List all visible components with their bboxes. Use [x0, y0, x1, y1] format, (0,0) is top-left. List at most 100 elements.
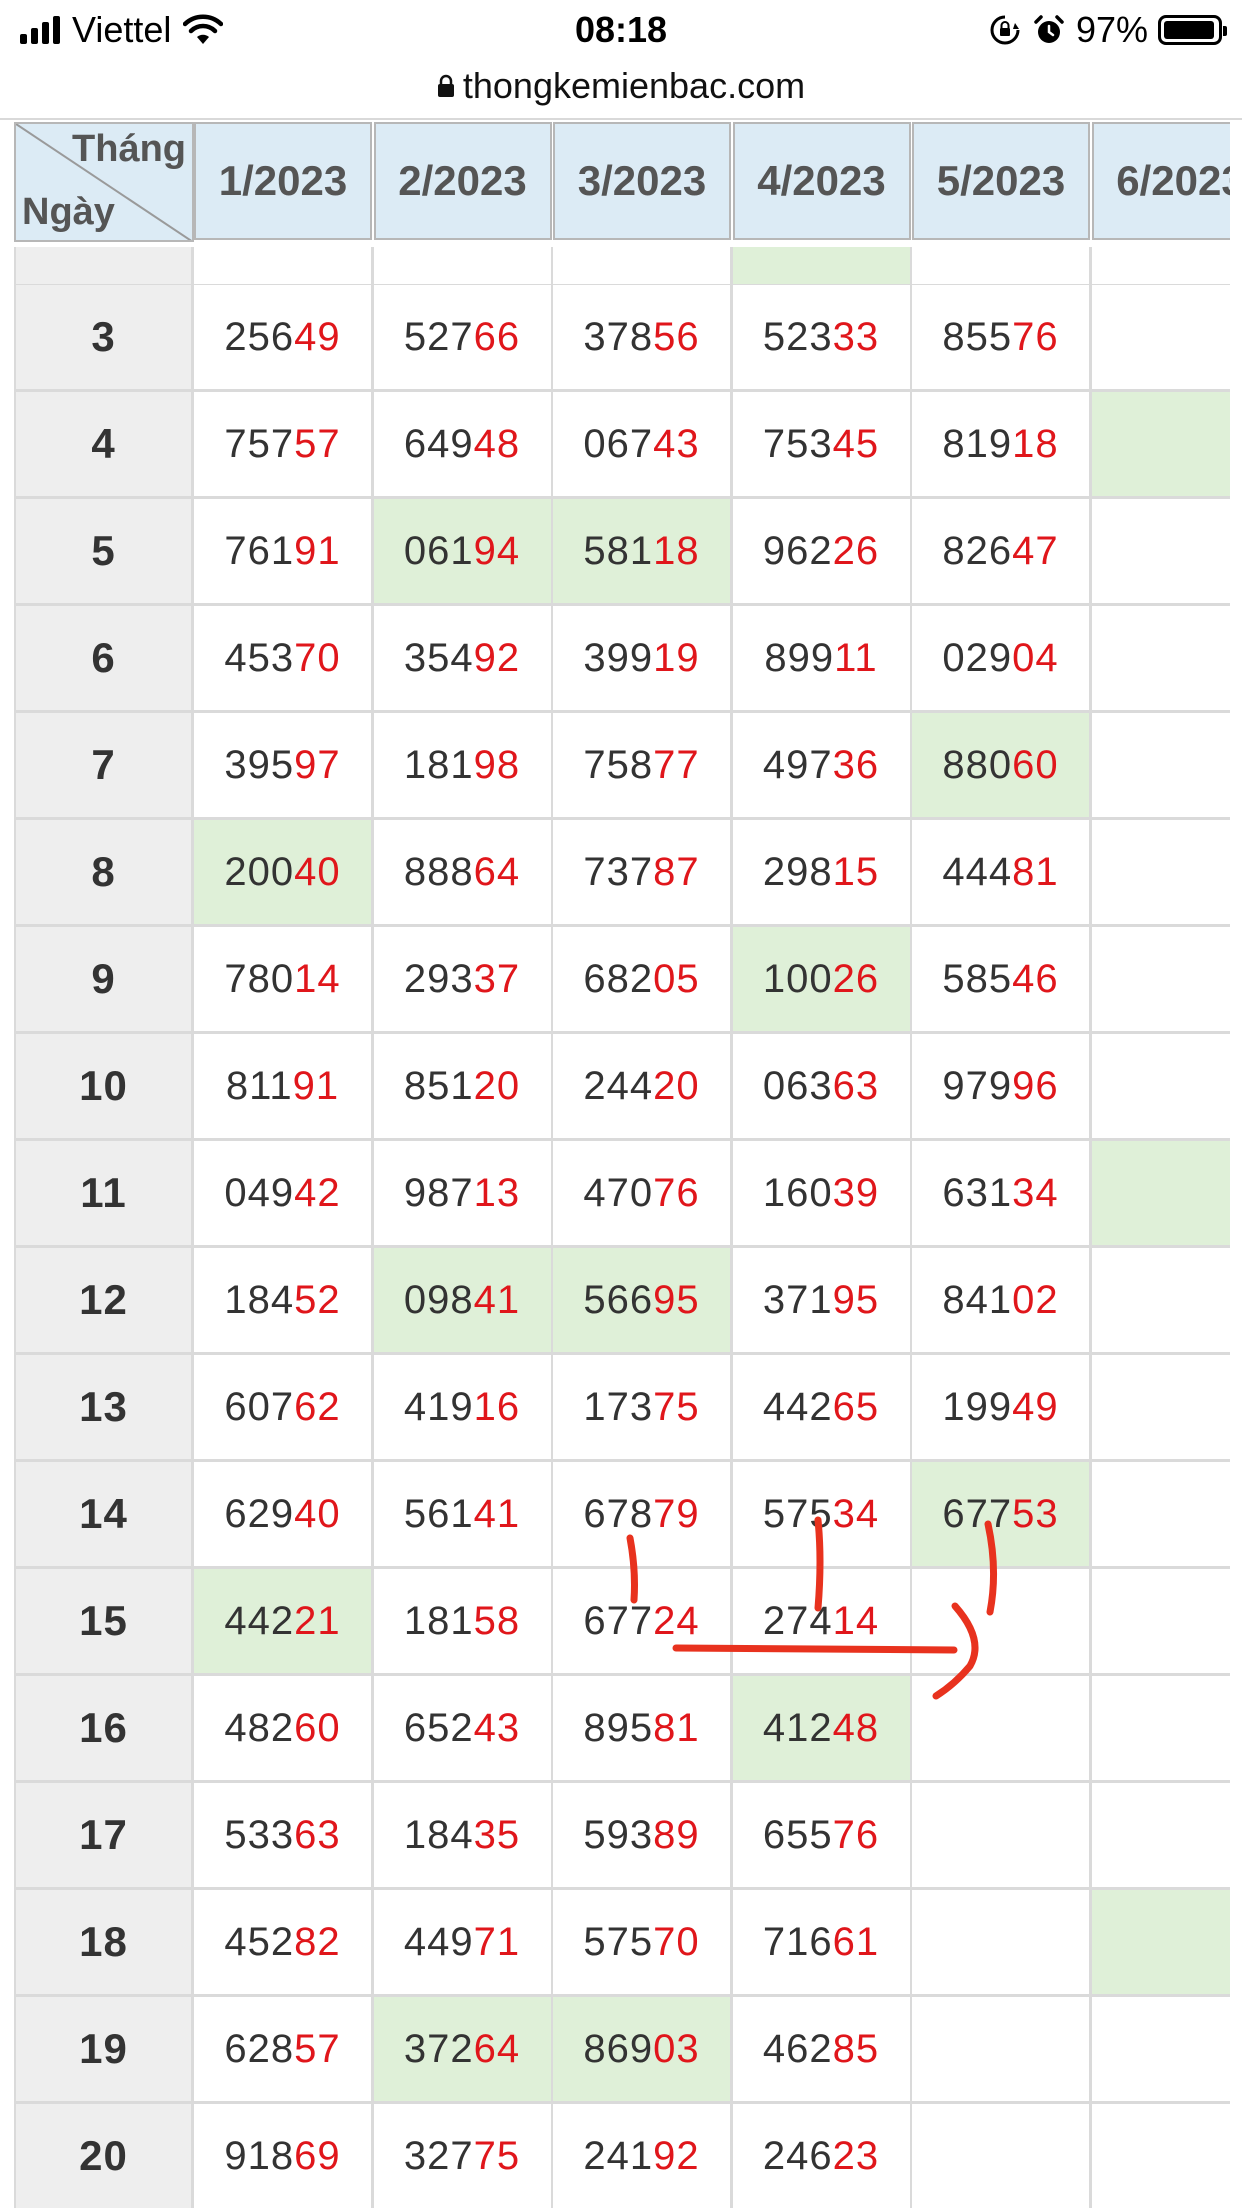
- result-last-two: 52: [294, 1277, 341, 1322]
- result-prefix: 200: [224, 849, 295, 894]
- result-cell: 442 65: [732, 1355, 913, 1462]
- result-cell: 442 21: [194, 1569, 374, 1676]
- result-last-two: 19: [653, 635, 700, 680]
- result-cell: [1091, 713, 1230, 820]
- result-prefix: 677: [942, 1491, 1013, 1536]
- result-cell: 575 70: [553, 1890, 733, 1997]
- month-header[interactable]: 3/2023: [553, 122, 731, 240]
- result-cell: 354 92: [373, 606, 554, 713]
- table-row: 13 607 62 419 16 173 75 442 65 199 49: [14, 1355, 1230, 1462]
- month-header[interactable]: 1/2023: [194, 122, 372, 240]
- result-cell: [1091, 1676, 1230, 1783]
- result-last-two: 14: [832, 1598, 880, 1643]
- result-last-two: 05: [653, 956, 700, 1001]
- month-header[interactable]: 5/2023: [912, 122, 1090, 240]
- day-cell: 17: [14, 1783, 194, 1890]
- result-cell: 419 16: [373, 1355, 554, 1462]
- result-prefix: 274: [762, 1598, 833, 1643]
- status-right: 97%: [988, 9, 1227, 50]
- table-row: 15 442 21 181 58 677 24 274 14: [14, 1569, 1230, 1676]
- result-cell: [1091, 1890, 1230, 1997]
- result-cell: 497 36: [732, 713, 913, 820]
- month-header[interactable]: 6/2023: [1091, 122, 1230, 240]
- lottery-table: 3 256 49 527 66 378 56 523 33 855 76 4 757 57 649 48 067…: [14, 122, 1230, 2208]
- result-cell: 444 81: [912, 820, 1092, 927]
- result-last-two: 33: [832, 314, 880, 359]
- result-cell: 655 76: [732, 1783, 913, 1890]
- result-prefix: 869: [583, 2026, 654, 2071]
- result-cell: [1091, 285, 1230, 392]
- result-cell: 371 95: [732, 1248, 913, 1355]
- result-prefix: 629: [224, 1491, 295, 1536]
- result-cell: 811 91: [194, 1034, 374, 1141]
- result-last-two: 91: [294, 528, 341, 573]
- result-cell: 274 14: [732, 1569, 913, 1676]
- result-prefix: 029: [942, 635, 1013, 680]
- table-row: 12 184 52 098 41 566 95 371 95 841 02: [14, 1248, 1230, 1355]
- result-cell: 049 42: [194, 1141, 374, 1248]
- result-cell: 482 60: [194, 1676, 374, 1783]
- result-prefix: 399: [583, 635, 654, 680]
- result-cell: 098 41: [373, 1248, 554, 1355]
- result-cell: [912, 1997, 1092, 2104]
- result-prefix: 049: [224, 1170, 295, 1215]
- result-cell: [912, 1676, 1092, 1783]
- result-prefix: 758: [583, 742, 654, 787]
- result-cell: 899 11: [732, 606, 913, 713]
- table-row: 9 780 14 293 37 682 05 100 26 585 46: [14, 927, 1230, 1034]
- result-cell: 761 91: [194, 499, 374, 606]
- result-cell: [1091, 1569, 1230, 1676]
- result-last-two: 62: [294, 1384, 341, 1429]
- lock-icon: [437, 74, 454, 97]
- rotation-lock-icon: [990, 15, 1020, 45]
- result-cell: 452 82: [194, 1890, 374, 1997]
- result-last-two: 58: [473, 1598, 521, 1643]
- day-cell: 14: [14, 1462, 194, 1569]
- result-last-two: 43: [473, 1705, 521, 1750]
- day-cell: 15: [14, 1569, 194, 1676]
- result-prefix: 482: [224, 1705, 295, 1750]
- result-cell: 649 48: [373, 392, 554, 499]
- month-header[interactable]: 2/2023: [373, 122, 552, 240]
- result-prefix: 826: [942, 528, 1013, 573]
- month-header[interactable]: 4/2023: [732, 122, 911, 240]
- result-cell: 399 19: [553, 606, 733, 713]
- result-cell: 628 57: [194, 1997, 374, 2104]
- result-cell: 682 05: [553, 927, 733, 1034]
- result-cell: 631 34: [912, 1141, 1092, 1248]
- result-last-two: 37: [473, 956, 521, 1001]
- result-cell: 462 85: [732, 1997, 913, 2104]
- result-cell: [1091, 1141, 1230, 1248]
- result-prefix: 327: [403, 2133, 474, 2178]
- result-last-two: 46: [1012, 956, 1059, 1001]
- result-cell: 855 76: [912, 285, 1092, 392]
- result-last-two: 97: [294, 742, 341, 787]
- result-prefix: 678: [583, 1491, 654, 1536]
- battery-percent: 97%: [1075, 9, 1148, 50]
- result-cell: 246 23: [732, 2104, 913, 2208]
- result-prefix: 293: [403, 956, 474, 1001]
- result-cell: 395 97: [194, 713, 374, 820]
- result-last-two: 34: [1012, 1170, 1059, 1215]
- result-last-two: 91: [292, 1063, 340, 1108]
- result-last-two: 69: [294, 2133, 341, 2178]
- table-row: 3 256 49 527 66 378 56 523 33 855 76: [14, 285, 1230, 392]
- partial-cell: [553, 247, 733, 287]
- result-cell: [912, 1890, 1092, 1997]
- scrolled-row-fragment: [14, 247, 1230, 287]
- result-cell: 561 41: [373, 1462, 554, 1569]
- result-last-two: 57: [294, 421, 341, 466]
- result-last-two: 26: [832, 956, 880, 1001]
- result-cell: 029 04: [912, 606, 1092, 713]
- result-last-two: 02: [1012, 1277, 1059, 1322]
- alarm-icon: [1034, 15, 1064, 43]
- result-cell: [1091, 820, 1230, 927]
- result-cell: [912, 2104, 1092, 2208]
- address-bar[interactable]: thongkemienbac.com: [0, 56, 1242, 116]
- result-last-two: 75: [473, 2133, 521, 2178]
- result-cell: 678 79: [553, 1462, 733, 1569]
- result-last-two: 64: [473, 2026, 521, 2071]
- result-prefix: 780: [224, 956, 295, 1001]
- result-last-two: 89: [653, 1812, 700, 1857]
- result-prefix: 452: [224, 1919, 295, 1964]
